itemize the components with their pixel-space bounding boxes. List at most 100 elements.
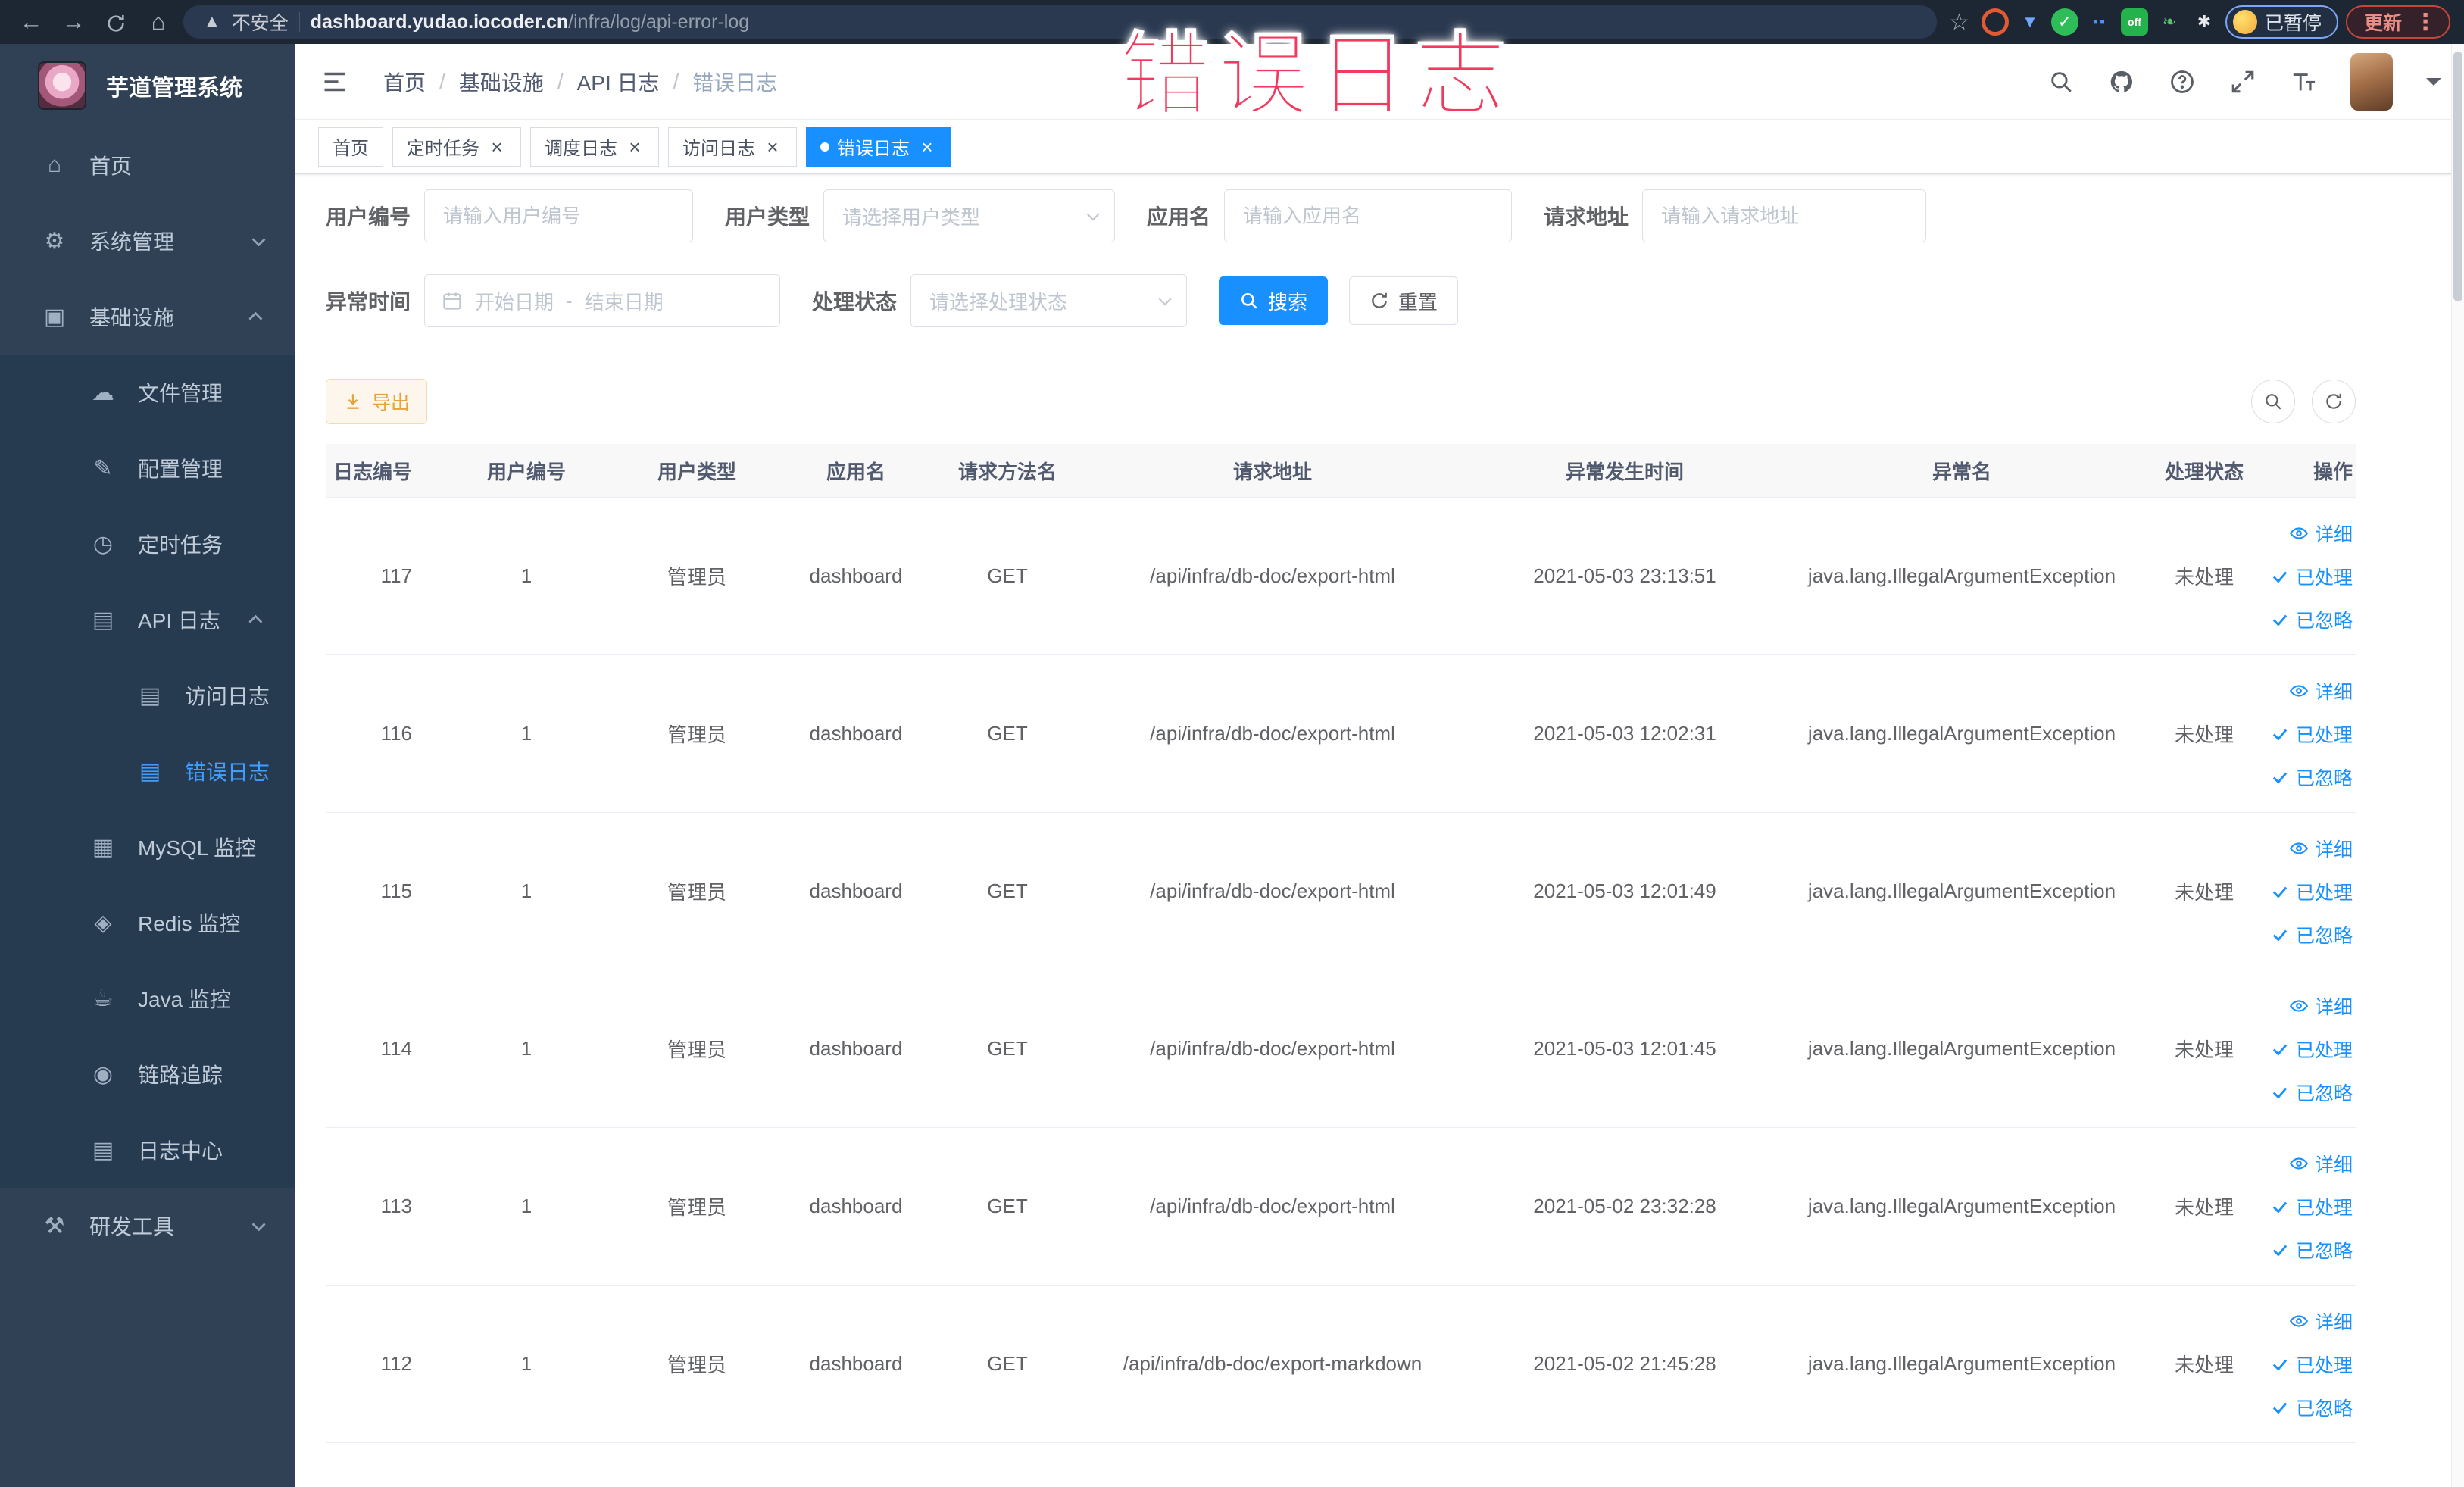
tab-close-icon[interactable]: × xyxy=(763,137,782,157)
request-url-input[interactable] xyxy=(1642,189,1927,242)
extension-shield-icon[interactable]: ▼ xyxy=(2016,8,2044,36)
export-button[interactable]: 导出 xyxy=(326,379,428,424)
tab-schedule-logs[interactable]: 调度日志 × xyxy=(530,127,659,167)
sidebar-item-java-monitor[interactable]: ☕ Java 监控 xyxy=(0,961,295,1036)
action-ignored-link[interactable]: 已忽略 xyxy=(2272,1070,2353,1114)
scrollbar-thumb[interactable] xyxy=(2453,52,2462,301)
extension-switch-off-icon[interactable]: off xyxy=(2120,8,2148,36)
bookmark-star-icon[interactable]: ☆ xyxy=(1949,9,1969,36)
page-scrollbar[interactable] xyxy=(2451,44,2464,1487)
help-icon[interactable] xyxy=(2169,68,2196,95)
action-label: 已忽略 xyxy=(2295,1082,2353,1104)
cell-method: GET xyxy=(987,722,1028,745)
browser-menu-icon[interactable]: ⋮ xyxy=(2414,9,2437,36)
toggle-search-button[interactable] xyxy=(2251,380,2295,423)
profile-paused-chip[interactable]: 已暂停 xyxy=(2225,5,2338,39)
sidebar-toggle-icon[interactable] xyxy=(318,65,351,98)
user-avatar[interactable] xyxy=(2350,52,2393,111)
search-icon[interactable] xyxy=(2047,68,2075,95)
sidebar-item-mysql-monitor[interactable]: ▦ MySQL 监控 xyxy=(0,809,295,885)
app-logo-row[interactable]: 芋道管理系统 xyxy=(0,44,295,127)
action-detail-link[interactable]: 详细 xyxy=(2280,1142,2353,1185)
sidebar-item-dev-tools[interactable]: ⚒ 研发工具 xyxy=(0,1188,295,1264)
tab-close-icon[interactable]: × xyxy=(917,137,937,157)
check-icon xyxy=(2272,1245,2288,1257)
font-size-icon[interactable] xyxy=(2290,68,2317,95)
refresh-icon xyxy=(2326,393,2341,409)
tab-scheduled-tasks[interactable]: 定时任务 × xyxy=(392,127,521,167)
action-processed-link[interactable]: 已处理 xyxy=(2272,1027,2353,1070)
action-ignored-link[interactable]: 已忽略 xyxy=(2272,598,2353,641)
column-header-time: 异常发生时间 xyxy=(1565,460,1684,483)
action-detail-link[interactable]: 详细 xyxy=(2280,984,2353,1027)
extension-green-check-icon[interactable]: ✓ xyxy=(2050,8,2078,36)
user-menu-caret-icon[interactable] xyxy=(2426,77,2441,93)
action-detail-link[interactable]: 详细 xyxy=(2280,669,2353,712)
action-processed-link[interactable]: 已处理 xyxy=(2272,870,2353,913)
tab-label: 调度日志 xyxy=(545,139,617,159)
sidebar-item-redis-monitor[interactable]: ◈ Redis 监控 xyxy=(0,885,295,961)
tab-access-logs[interactable]: 访问日志 × xyxy=(668,127,797,167)
sidebar-item-label: 首页 xyxy=(89,155,133,178)
extension-puzzle-icon[interactable]: ✱ xyxy=(2191,8,2218,36)
filter-label-user-type: 用户类型 xyxy=(725,205,810,229)
extension-leaf-icon[interactable]: ❧ xyxy=(2156,8,2183,36)
sidebar-item-home[interactable]: ⌂ 首页 xyxy=(0,127,295,203)
action-detail-link[interactable]: 详细 xyxy=(2280,1299,2353,1342)
extension-grid-icon[interactable]: ▪▪ xyxy=(2086,8,2113,36)
sidebar-item-link-tracing[interactable]: ◉ 链路追踪 xyxy=(0,1036,295,1112)
sidebar-item-scheduled-tasks[interactable]: ◷ 定时任务 xyxy=(0,506,295,582)
tab-close-icon[interactable]: × xyxy=(625,137,645,157)
sidebar-item-access-logs[interactable]: ▤ 访问日志 xyxy=(0,658,295,733)
sidebar-item-system-management[interactable]: ⚙ 系统管理 xyxy=(0,203,295,279)
tab-label: 错误日志 xyxy=(837,139,910,159)
process-status-select[interactable]: 请选择处理状态 xyxy=(910,274,1188,327)
cell-app_name: dashboard xyxy=(809,564,903,587)
action-ignored-link[interactable]: 已忽略 xyxy=(2272,1385,2353,1429)
fullscreen-icon[interactable] xyxy=(2229,68,2256,95)
sidebar-item-log-center[interactable]: ▤ 日志中心 xyxy=(0,1112,295,1188)
browser-home-icon[interactable]: ⌂ xyxy=(141,0,176,44)
cell-actions: 详细 已处理 已忽略 xyxy=(2272,669,2356,798)
browser-forward-icon[interactable]: → xyxy=(56,0,91,44)
action-ignored-link[interactable]: 已忽略 xyxy=(2272,913,2353,956)
action-processed-link[interactable]: 已处理 xyxy=(2272,712,2353,755)
action-processed-link[interactable]: 已处理 xyxy=(2272,1342,2353,1385)
search-button[interactable]: 搜索 xyxy=(1219,276,1329,325)
refresh-table-button[interactable] xyxy=(2312,380,2356,423)
extension-adblock-icon[interactable] xyxy=(1981,8,2009,36)
reset-button[interactable]: 重置 xyxy=(1349,276,1459,325)
user-id-input[interactable] xyxy=(424,189,694,242)
check-icon xyxy=(2272,1087,2288,1099)
action-ignored-link[interactable]: 已忽略 xyxy=(2272,1228,2353,1271)
tab-close-icon[interactable]: × xyxy=(487,137,507,157)
github-icon[interactable] xyxy=(2108,68,2135,95)
action-processed-link[interactable]: 已处理 xyxy=(2272,555,2353,598)
action-ignored-link[interactable]: 已忽略 xyxy=(2272,755,2353,798)
sidebar-item-error-logs[interactable]: ▤ 错误日志 xyxy=(0,733,295,809)
action-processed-link[interactable]: 已处理 xyxy=(2272,1185,2353,1228)
tab-error-logs[interactable]: 错误日志 × xyxy=(806,127,951,167)
sidebar-item-file-management[interactable]: ☁ 文件管理 xyxy=(0,355,295,430)
sidebar-item-config-management[interactable]: ✎ 配置管理 xyxy=(0,430,295,506)
browser-back-icon[interactable]: ← xyxy=(14,0,48,44)
breadcrumb-item[interactable]: 首页 xyxy=(383,67,426,97)
sidebar-item-api-logs[interactable]: ▤ API 日志 xyxy=(0,582,295,658)
insecure-warning-icon: ▲ xyxy=(203,11,221,32)
cell-exception: java.lang.IllegalArgumentException xyxy=(1807,722,2116,745)
cell-log_id: 115 xyxy=(380,879,412,902)
page-content: 用户编号 用户类型 请选择用户类型 应用名 请求地址 异常时间 开始日期 - 结… xyxy=(295,174,2464,1443)
browser-update-button[interactable]: 更新 ⋮ xyxy=(2345,5,2450,39)
sidebar-item-infrastructure[interactable]: ▣ 基础设施 xyxy=(0,279,295,355)
search-icon xyxy=(1241,293,1257,309)
browser-reload-icon[interactable] xyxy=(98,0,133,44)
app-name-input[interactable] xyxy=(1224,189,1513,242)
tab-home[interactable]: 首页 xyxy=(318,127,383,167)
action-detail-link[interactable]: 详细 xyxy=(2280,511,2353,555)
user-type-select[interactable]: 请选择用户类型 xyxy=(823,189,1116,242)
exception-time-range-picker[interactable]: 开始日期 - 结束日期 xyxy=(424,274,781,327)
breadcrumb-item[interactable]: 基础设施 xyxy=(459,67,544,97)
action-detail-link[interactable]: 详细 xyxy=(2280,826,2353,870)
address-bar[interactable]: ▲ 不安全 dashboard.yudao.iocoder.cn/infra/l… xyxy=(183,5,1938,39)
breadcrumb-item[interactable]: API 日志 xyxy=(577,67,660,97)
